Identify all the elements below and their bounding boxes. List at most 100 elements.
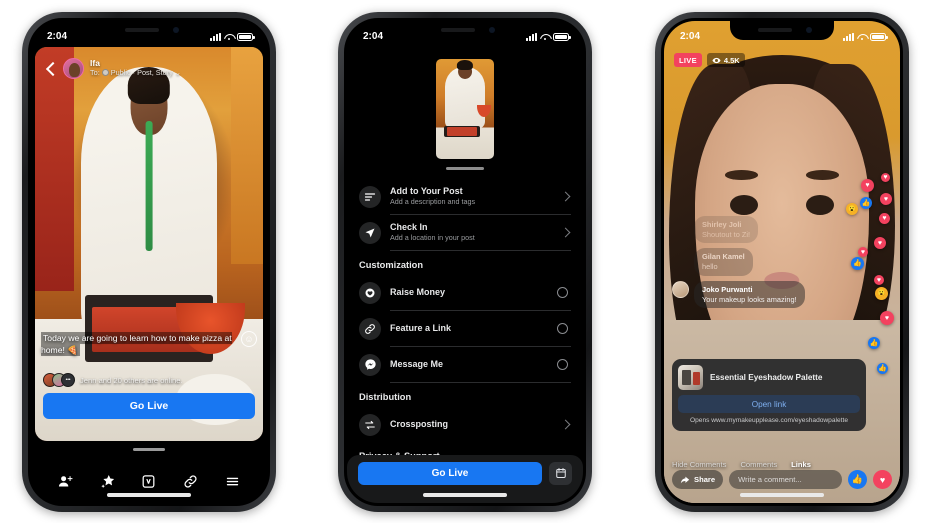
avatar[interactable] [63,57,84,79]
row-title: Raise Money [390,287,446,298]
toggle-circle[interactable] [557,323,568,334]
settings-row-feature-a-link[interactable]: Feature a Link [347,311,583,346]
sheet-grabber[interactable] [446,167,484,170]
comment-item: Shirley Joli Shoutout to Zi! [672,216,842,244]
phone-1-screen: 2:04 Ifa To: Public · Post, Story ⌄ Toda… [31,21,267,503]
wifi-icon [857,33,867,41]
front-camera [489,27,495,33]
description-lines-icon [359,185,381,208]
row-text: Raise Money [390,287,548,298]
crosspost-arrows-icon [359,413,381,436]
settings-row-add-to-your-post[interactable]: Add to Your Post Add a description and t… [347,179,583,214]
share-label: Share [694,475,716,484]
thumb-hair [456,60,474,70]
comment-text: Your makeup looks amazing! [702,294,797,304]
menu-icon[interactable] [225,474,240,489]
product-name: Essential Eyeshadow Palette [710,372,823,382]
settings-row-message-me[interactable]: Message Me [347,347,583,382]
add-people-icon[interactable] [58,474,73,489]
audience-selector[interactable]: To: Public · Post, Story ⌄ [90,67,181,77]
go-live-button[interactable]: Go Live [43,393,255,419]
heart-reaction-button[interactable]: ♥ [873,470,892,489]
messenger-icon [359,353,381,376]
calendar-icon[interactable] [549,461,572,485]
section-header-customization: Customization [359,260,424,270]
back-arrow-icon[interactable] [44,62,57,75]
home-indicator [740,493,824,497]
settings-row-check-in[interactable]: Check In Add a location in your post [347,215,583,250]
live-status-group: LIVE 4.5K [674,53,745,67]
settings-row-raise-money[interactable]: Raise Money [347,275,583,310]
emoji-picker-button[interactable]: ☺ [241,331,257,347]
globe-icon [101,69,109,77]
go-live-button[interactable]: Go Live [358,461,542,485]
phone-1-composer-preview: 2:04 Ifa To: Public · Post, Story ⌄ Toda… [22,12,276,512]
front-camera [806,27,812,33]
comment-bubble: Joko Purwanti Your makeup looks amazing! [694,280,805,309]
status-time: 2:04 [47,31,68,42]
status-time: 2:04 [680,31,701,42]
live-badge: LIVE [674,53,702,67]
phone-3-notch [730,21,834,40]
row-title: Feature a Link [390,323,452,334]
status-indicators [210,32,255,41]
comment-item: Gilan Kamel hello [672,248,842,276]
tab-hide-comments[interactable]: Hide Comments [672,460,726,469]
write-comment-input[interactable]: Write a comment... [729,470,842,489]
section-header-privacy-support: Privacy & Support [347,442,583,455]
link-icon[interactable] [183,474,198,489]
effects-icon[interactable] [100,474,115,489]
live-caption[interactable]: Today we are going to learn how to make … [41,332,257,357]
speaker-slot [125,28,159,32]
comment-text: Shoutout to Zi! [702,229,751,239]
friend-avatar-stack[interactable] [43,373,75,387]
video-badge-icon[interactable] [141,474,156,489]
comment-author: Joko Purwanti [702,284,753,294]
speaker-slot [441,28,475,32]
phone-3-live-viewer: 2:04 LIVE 4.5K Shirley Joli Shoutout to … [655,12,909,512]
row-text: Feature a Link [390,323,548,334]
open-link-button[interactable]: Open link [678,395,860,413]
scene-apron-strap [145,120,153,252]
share-button[interactable]: Share [672,470,724,489]
audience-prefix: To: [90,67,100,77]
settings-row-crossposting[interactable]: Crossposting [347,407,583,442]
audience-value: Public · Post, Story [110,67,173,77]
toggle-circle[interactable] [557,359,568,370]
phone-2-bezel: 2:04 Add to Your Post Add a description … [344,18,586,506]
phone-2-live-settings: 2:04 Add to Your Post Add a description … [338,12,592,512]
comment-text: hello [702,262,718,272]
phone-3-bezel: 2:04 LIVE 4.5K Shirley Joli Shoutout to … [661,18,903,506]
location-arrow-icon [359,221,381,244]
sheet-grabber[interactable] [133,448,165,451]
link-icon [359,317,381,340]
home-indicator [423,493,507,497]
featured-product-card: Essential Eyeshadow Palette Open link Op… [672,359,866,431]
phone-2-notch [413,21,517,40]
chevron-down-icon: ⌄ [174,67,181,77]
home-indicator [107,493,191,497]
caption-text: Today we are going to learn how to make … [41,332,232,356]
speaker-slot [758,28,792,32]
settings-list: Add to Your Post Add a description and t… [347,179,583,455]
composer-header: Ifa To: Public · Post, Story ⌄ [35,51,263,85]
product-thumbnail [678,365,703,390]
toggle-circle[interactable] [557,287,568,298]
viewer-count-badge[interactable]: 4.5K [706,53,745,67]
tab-links[interactable]: Links [791,460,811,469]
status-time: 2:04 [363,31,384,42]
wifi-icon [540,33,550,41]
row-text: Add to Your Post Add a description and t… [390,186,553,206]
comment-author: Gilan Kamel [702,252,745,262]
comment-overlay: Shirley Joli Shoutout to Zi! Gilan Kamel… [672,211,842,309]
phone-1-notch [97,21,201,40]
row-subtitle: Add a description and tags [390,197,476,207]
battery-icon [870,32,888,41]
comment-input-row: Share Write a comment... 👍 ♥ [672,470,892,489]
tab-comments[interactable]: Comments [740,460,777,469]
like-reaction-button[interactable]: 👍 [848,470,867,489]
row-text: Crossposting [390,419,553,430]
video-thumbnail[interactable] [436,59,494,159]
comment-bubble: Gilan Kamel hello [694,248,753,276]
phone-2-screen: 2:04 Add to Your Post Add a description … [347,21,583,503]
